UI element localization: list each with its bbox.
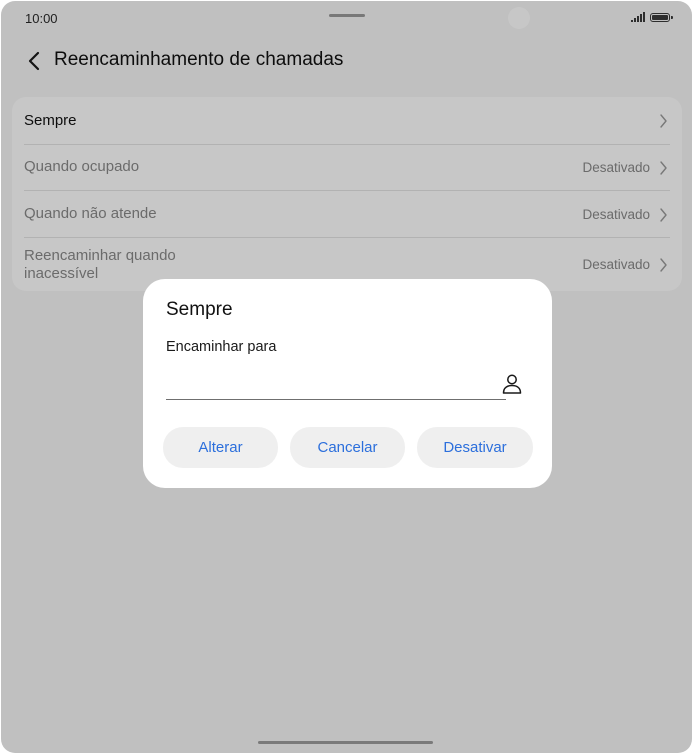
dialog-title: Sempre <box>166 299 233 320</box>
person-icon[interactable] <box>500 372 524 396</box>
change-button[interactable]: Alterar <box>163 427 278 468</box>
forward-dialog: Sempre Encaminhar para Alterar Cancelar … <box>143 279 552 488</box>
disable-button[interactable]: Desativar <box>417 427 533 468</box>
dialog-field-label: Encaminhar para <box>166 339 277 355</box>
forward-number-input[interactable] <box>166 371 506 400</box>
device-screen: 10:00 Reencaminhamento de chamadas Sempr… <box>1 1 692 753</box>
home-indicator[interactable] <box>258 741 433 744</box>
cancel-button[interactable]: Cancelar <box>290 427 405 468</box>
